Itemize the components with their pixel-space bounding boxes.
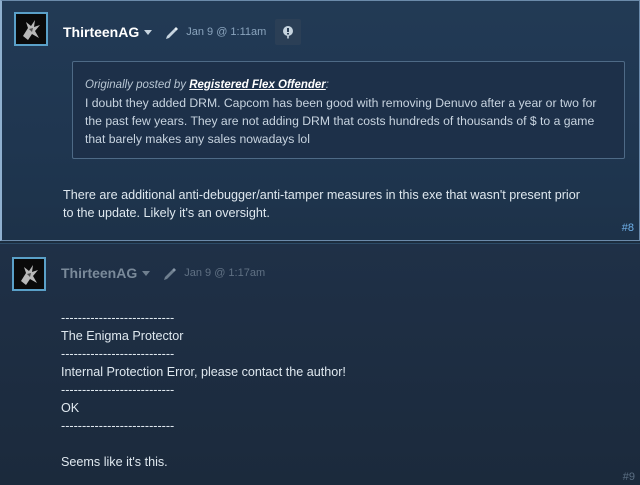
quote-prefix: Originally posted by — [85, 79, 190, 91]
flag-icon — [283, 26, 294, 39]
post-body: --------------------------- The Enigma P… — [61, 309, 621, 471]
avatar-image — [16, 14, 46, 44]
chevron-down-icon[interactable] — [144, 29, 153, 35]
post-header: ThirteenAG Jan 9 @ 1:17am — [61, 265, 265, 281]
quote-text: I doubt they added DRM. Capcom has been … — [85, 96, 597, 146]
post-timestamp: Jan 9 @ 1:11am — [186, 26, 267, 38]
quote-author-link[interactable]: Registered Flex Offender — [189, 79, 326, 91]
post-number-link[interactable]: #8 — [622, 222, 634, 234]
body-line: to the update. Likely it's an oversight. — [63, 206, 270, 220]
pen-icon — [162, 265, 178, 281]
body-line: There are additional anti-debugger/anti-… — [63, 188, 580, 202]
report-button[interactable] — [275, 19, 302, 45]
post-header: ThirteenAG Jan 9 @ 1:11am — [63, 19, 302, 45]
body-line — [61, 435, 621, 453]
body-line: Internal Protection Error, please contac… — [61, 365, 346, 379]
body-line: --------------------------- — [61, 419, 175, 433]
avatar-image — [14, 259, 44, 289]
post-number-link[interactable]: #9 — [623, 471, 635, 483]
author-name[interactable]: ThirteenAG — [63, 24, 139, 40]
avatar[interactable] — [12, 257, 46, 291]
forum-post: ThirteenAG Jan 9 @ 1:17am --------------… — [0, 243, 640, 485]
quote-block: Originally posted by Registered Flex Off… — [72, 61, 625, 159]
body-line: The Enigma Protector — [61, 329, 184, 343]
body-line: --------------------------- — [61, 383, 175, 397]
body-line: --------------------------- — [61, 311, 175, 325]
chevron-down-icon[interactable] — [142, 270, 151, 276]
body-line: OK — [61, 401, 80, 415]
avatar[interactable] — [14, 12, 48, 46]
discussion-thread: ThirteenAG Jan 9 @ 1:11am Originally pos… — [0, 0, 640, 485]
body-line: --------------------------- — [61, 347, 175, 361]
pen-icon — [164, 24, 180, 40]
author-name[interactable]: ThirteenAG — [61, 265, 137, 281]
body-line: Seems like it's this. — [61, 455, 168, 469]
post-timestamp: Jan 9 @ 1:17am — [184, 267, 266, 279]
post-body: There are additional anti-debugger/anti-… — [63, 186, 628, 222]
forum-post: ThirteenAG Jan 9 @ 1:11am Originally pos… — [0, 0, 640, 241]
quote-attribution: Originally posted by Registered Flex Off… — [85, 77, 612, 93]
quote-suffix: : — [325, 79, 329, 91]
